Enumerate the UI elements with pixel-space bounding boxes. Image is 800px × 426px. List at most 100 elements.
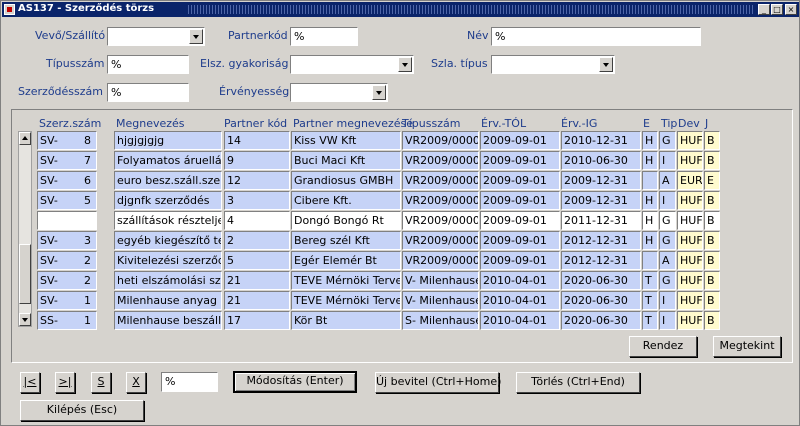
- search-field[interactable]: %: [161, 372, 218, 392]
- chevron-down-icon[interactable]: [599, 57, 613, 72]
- cell-szerz[interactable]: SV- 1: [37, 291, 97, 310]
- rendez-button[interactable]: Rendez: [629, 336, 697, 357]
- cell-ig[interactable]: 2009-12-31: [561, 191, 641, 210]
- szla-tipus-select[interactable]: [491, 55, 615, 74]
- cell-e[interactable]: H: [642, 131, 658, 150]
- cell-pname[interactable]: Kiss VW Kft: [291, 131, 401, 150]
- cell-j[interactable]: B: [704, 211, 720, 230]
- cell-name[interactable]: Milenhause anyag sz: [114, 291, 222, 310]
- s-button[interactable]: S: [91, 372, 111, 393]
- cell-j[interactable]: B: [704, 291, 720, 310]
- cell-pname[interactable]: TEVE Mérnöki Tervez: [291, 271, 401, 290]
- cell-name[interactable]: heti elszámolási szerz: [114, 271, 222, 290]
- cell-pkod[interactable]: 9: [224, 151, 290, 170]
- cell-name[interactable]: Milenhause beszállító: [114, 311, 222, 330]
- cell-dev[interactable]: HUF: [677, 131, 703, 150]
- cell-dev[interactable]: HUF: [677, 271, 703, 290]
- first-record-button[interactable]: |<: [20, 372, 40, 393]
- cell-name[interactable]: Kivitelezési szerződé: [114, 251, 222, 270]
- cell-j[interactable]: B: [704, 251, 720, 270]
- cell-pkod[interactable]: 21: [224, 271, 290, 290]
- cell-e[interactable]: T: [642, 271, 658, 290]
- cell-szerz[interactable]: SV- 4: [37, 211, 97, 230]
- cell-name[interactable]: hjgjgjgjg: [114, 131, 222, 150]
- cell-pname[interactable]: TEVE Mérnöki Tervez: [291, 291, 401, 310]
- cell-szerz[interactable]: SV- 6: [37, 171, 97, 190]
- cell-j[interactable]: B: [704, 131, 720, 150]
- cell-tip[interactable]: G: [659, 271, 676, 290]
- cell-name[interactable]: egyéb kiegészítő tevé: [114, 231, 222, 250]
- maximize-icon[interactable]: □: [771, 4, 783, 15]
- cell-pkod[interactable]: 21: [224, 291, 290, 310]
- cell-ig[interactable]: 2020-06-30: [561, 311, 641, 330]
- cell-tip[interactable]: G: [659, 231, 676, 250]
- cell-dev[interactable]: HUF: [677, 231, 703, 250]
- cell-j[interactable]: B: [704, 191, 720, 210]
- cell-dev[interactable]: HUF: [677, 251, 703, 270]
- cell-ig[interactable]: 2020-06-30: [561, 291, 641, 310]
- cell-j[interactable]: E: [704, 171, 720, 190]
- cell-dev[interactable]: HUF: [677, 151, 703, 170]
- cell-tol[interactable]: 2010-04-01: [480, 311, 560, 330]
- cell-tipus[interactable]: VR2009/00002: [402, 211, 479, 230]
- cell-tipus[interactable]: V- Milenhause: [402, 271, 479, 290]
- minimize-icon[interactable]: _: [758, 4, 770, 15]
- cell-szerz[interactable]: SV- 5: [37, 191, 97, 210]
- cell-ig[interactable]: 2009-12-31: [561, 171, 641, 190]
- cell-tol[interactable]: 2009-09-01: [480, 171, 560, 190]
- cell-szerz[interactable]: SV- 3: [37, 231, 97, 250]
- cell-name[interactable]: Folyamatos áruellátás: [114, 151, 222, 170]
- cell-tipus[interactable]: VR2009/00003: [402, 191, 479, 210]
- cell-pname[interactable]: Dongó Bongó Rt: [291, 211, 401, 230]
- cell-pkod[interactable]: 5: [224, 251, 290, 270]
- cell-e[interactable]: H: [642, 151, 658, 170]
- cell-tol[interactable]: 2009-09-01: [480, 151, 560, 170]
- cell-j[interactable]: B: [704, 231, 720, 250]
- scroll-up-icon[interactable]: [19, 132, 31, 145]
- cell-pkod[interactable]: 17: [224, 311, 290, 330]
- cell-pname[interactable]: Bereg szél Kft: [291, 231, 401, 250]
- x-button[interactable]: X: [126, 372, 146, 393]
- cell-name[interactable]: szállítások résztelje: [114, 211, 222, 230]
- cell-ig[interactable]: 2010-06-30: [561, 151, 641, 170]
- partnerkod-field[interactable]: %: [290, 27, 358, 46]
- chevron-down-icon[interactable]: [189, 29, 203, 44]
- cell-tip[interactable]: A: [659, 251, 676, 270]
- ervenyesseg-select[interactable]: [290, 83, 388, 102]
- cell-tipus[interactable]: V- Milenhause: [402, 291, 479, 310]
- cell-dev[interactable]: HUF: [677, 191, 703, 210]
- cell-pname[interactable]: Grandiosus GMBH: [291, 171, 401, 190]
- cell-dev[interactable]: HUF: [677, 291, 703, 310]
- cell-e[interactable]: H: [642, 231, 658, 250]
- title-bar[interactable]: AS137 - Szerződés törzs _ □ ×: [2, 2, 799, 17]
- cell-name[interactable]: euro besz.száll.szerz: [114, 171, 222, 190]
- table-scrollbar[interactable]: [18, 131, 32, 327]
- cell-tip[interactable]: G: [659, 131, 676, 150]
- cell-tol[interactable]: 2009-09-01: [480, 251, 560, 270]
- cell-dev[interactable]: EUR: [677, 171, 703, 190]
- cell-szerz[interactable]: SV- 8: [37, 131, 97, 150]
- cell-tol[interactable]: 2009-09-01: [480, 131, 560, 150]
- uj-bevitel-button[interactable]: Új bevitel (Ctrl+Home): [375, 372, 501, 393]
- cell-tol[interactable]: 2009-09-01: [480, 211, 560, 230]
- cell-pkod[interactable]: 14: [224, 131, 290, 150]
- cell-tip[interactable]: I: [659, 291, 676, 310]
- elsz-gyakorisag-select[interactable]: [290, 55, 414, 74]
- cell-j[interactable]: B: [704, 151, 720, 170]
- cell-j[interactable]: B: [704, 271, 720, 290]
- close-icon[interactable]: ×: [785, 4, 797, 15]
- cell-tip[interactable]: I: [659, 151, 676, 170]
- cell-tip[interactable]: I: [659, 191, 676, 210]
- cell-tipus[interactable]: VR2009/00002: [402, 151, 479, 170]
- cell-ig[interactable]: 2012-12-31: [561, 231, 641, 250]
- modositas-button[interactable]: Módosítás (Enter): [233, 371, 357, 393]
- scroll-thumb[interactable]: [19, 244, 31, 304]
- kilepes-button[interactable]: Kilépés (Esc): [20, 400, 144, 421]
- cell-dev[interactable]: HUF: [677, 211, 703, 230]
- cell-tip[interactable]: I: [659, 311, 676, 330]
- chevron-down-icon[interactable]: [398, 57, 412, 72]
- cell-tipus[interactable]: VR2009/00003: [402, 171, 479, 190]
- cell-tipus[interactable]: VR2009/00002: [402, 251, 479, 270]
- cell-pname[interactable]: Buci Maci Kft: [291, 151, 401, 170]
- cell-e[interactable]: H: [642, 211, 658, 230]
